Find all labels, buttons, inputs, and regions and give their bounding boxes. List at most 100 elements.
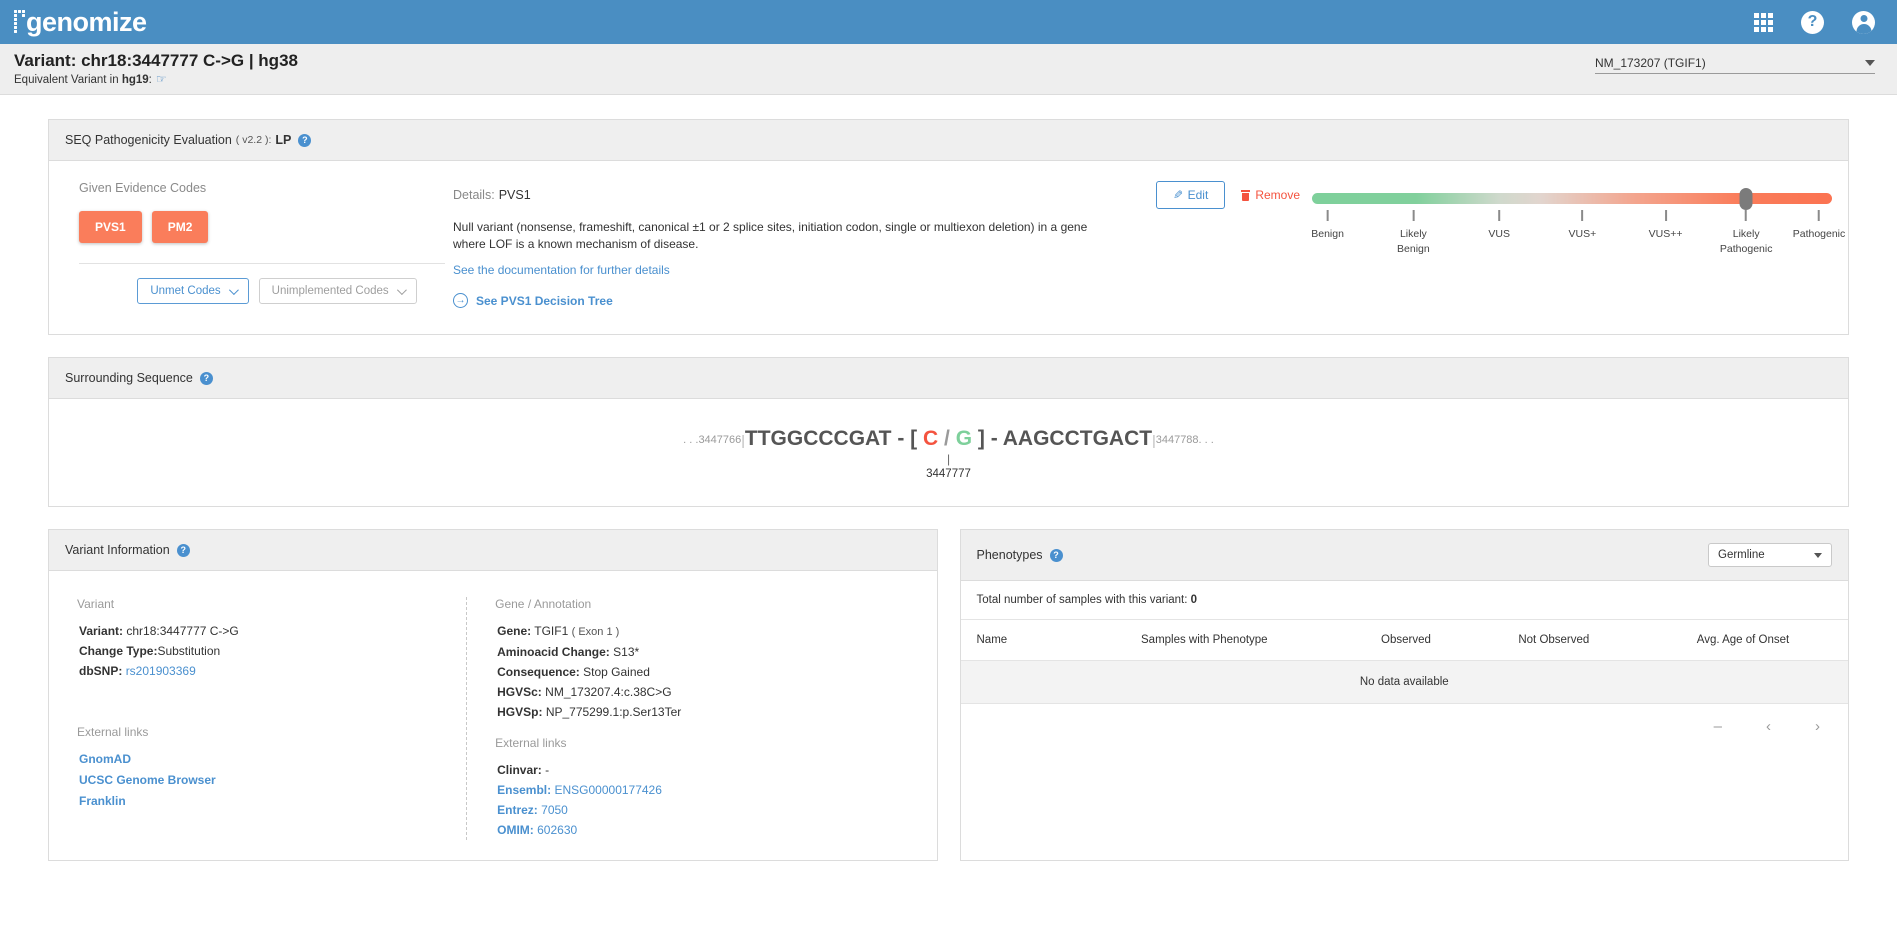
scale-thumb[interactable] xyxy=(1739,188,1753,210)
variant-subheader: Variant: chr18:3447777 C->G | hg38 Equiv… xyxy=(0,44,1897,95)
top-navigation-bar: genomize ? xyxy=(0,0,1897,44)
remove-button-label: Remove xyxy=(1255,188,1300,202)
sequence-left-bases: TTGGCCCGAT xyxy=(744,427,892,450)
pathogenicity-classification: LP xyxy=(275,133,292,147)
scale-tick-mark xyxy=(1326,210,1329,221)
gene-field-row: HGVSp: NP_775299.1:p.Ser13Ter xyxy=(495,702,908,722)
brand-logo[interactable]: genomize xyxy=(14,8,147,36)
variant-field-row: dbSNP: rs201903369 xyxy=(77,661,438,681)
code-filter-buttons: Unmet Codes Unimplemented Codes xyxy=(79,278,445,304)
gene-field-value: S13* xyxy=(613,645,640,659)
surrounding-sequence-header: Surrounding Sequence ? xyxy=(49,358,1848,399)
edit-button[interactable]: ✎ Edit xyxy=(1155,181,1226,209)
scale-tick: Likely Pathogenic xyxy=(1720,210,1772,257)
scale-tick-mark xyxy=(1817,210,1820,221)
phenotypes-card: Phenotypes ? Germline Total number of sa… xyxy=(959,529,1849,861)
help-icon[interactable]: ? xyxy=(1801,10,1824,34)
sequence-start-position: 3447766 xyxy=(698,434,742,446)
scale-tick-mark xyxy=(1412,210,1415,221)
external-link-gnomad[interactable]: GnomAD xyxy=(79,749,438,770)
pathogenicity-card-body: Given Evidence Codes PVS1 PM2 Unmet Code… xyxy=(49,161,1848,334)
gene-external-links-label: External links xyxy=(495,736,567,750)
pointing-hand-icon[interactable]: ☞ xyxy=(156,72,167,86)
given-codes-label: Given Evidence Codes xyxy=(79,181,207,195)
variant-field-label: Change Type: xyxy=(79,644,158,658)
equivalent-variant-line: Equivalent Variant in hg19: ☞ xyxy=(14,71,298,88)
phenotypes-body: Total number of samples with this varian… xyxy=(960,581,1849,839)
scale-tick: VUS++ xyxy=(1649,210,1683,242)
table-header-row: Name Samples with Phenotype Observed Not… xyxy=(960,620,1848,661)
documentation-link[interactable]: See the documentation for further detail… xyxy=(453,263,1302,277)
external-link-franklin[interactable]: Franklin xyxy=(79,791,438,812)
scale-tick: Pathogenic xyxy=(1793,210,1845,242)
phenotypes-total-row: Total number of samples with this varian… xyxy=(960,581,1848,620)
help-icon[interactable]: ? xyxy=(199,371,213,385)
previous-page-button[interactable]: ‹ xyxy=(1766,718,1771,735)
variant-field-label: dbSNP: xyxy=(79,664,123,678)
equivalent-build: hg19 xyxy=(121,73,149,86)
gene-link-label: Clinvar: xyxy=(497,763,542,777)
omim-link-value: 602630 xyxy=(537,823,578,837)
evidence-code-chip[interactable]: PM2 xyxy=(151,211,209,243)
gene-link-row[interactable]: Ensembl: ENSG00000177426 xyxy=(495,780,908,800)
page-size-indicator[interactable]: – xyxy=(1714,718,1722,735)
scale-wrapper: Benign Likely Benign VUS VUS+ VUS++ Likely Pa… xyxy=(1311,188,1845,266)
remove-button[interactable]: Remove xyxy=(1239,182,1302,208)
sequence-right-ellipsis: . . . xyxy=(1198,434,1214,446)
variant-field-value: chr18:3447777 C->G xyxy=(126,624,239,638)
scale-gradient-bar[interactable] xyxy=(1312,188,1832,210)
bottom-row: Variant Information ? Variant Variant: c… xyxy=(48,529,1849,883)
variant-information-header: Variant Information ? xyxy=(49,530,937,571)
gene-field-label: Gene: xyxy=(497,624,532,638)
phenotype-type-value: Germline xyxy=(1718,549,1765,561)
grid-apps-icon[interactable] xyxy=(1754,12,1773,32)
gene-field-row: Aminoacid Change: S13* xyxy=(495,642,908,662)
gene-field-label: Aminoacid Change: xyxy=(497,645,610,659)
scale-tick-label: Benign xyxy=(1311,228,1344,240)
help-icon[interactable]: ? xyxy=(176,543,190,557)
gene-field-row: Gene: TGIF1 ( Exon 1 ) xyxy=(495,621,908,642)
help-icon[interactable]: ? xyxy=(298,133,312,147)
gene-field-value: NP_775299.1:p.Ser13Ter xyxy=(545,705,682,719)
external-links-list: GnomAD UCSC Genome Browser Franklin xyxy=(77,749,438,812)
decision-tree-link[interactable]: → See PVS1 Decision Tree xyxy=(453,293,1302,308)
gene-link-row[interactable]: OMIM: 602630 xyxy=(495,820,908,840)
decision-tree-label: See PVS1 Decision Tree xyxy=(476,293,613,308)
scale-tick: Likely Benign xyxy=(1397,210,1430,257)
dbsnp-link[interactable]: rs201903369 xyxy=(126,664,196,678)
help-icon[interactable]: ? xyxy=(1049,548,1063,562)
divider xyxy=(79,263,445,264)
variant-column: Variant Variant: chr18:3447777 C->G Chan… xyxy=(49,597,466,840)
variant-field-row: Change Type:Substitution xyxy=(77,641,438,661)
unmet-codes-button[interactable]: Unmet Codes xyxy=(137,278,249,304)
phenotype-type-select[interactable]: Germline xyxy=(1708,543,1832,567)
variant-information-card: Variant Information ? Variant Variant: c… xyxy=(48,529,938,861)
scale-tick-label: VUS+ xyxy=(1568,228,1597,240)
omim-link-label: OMIM: xyxy=(497,823,534,837)
column-header-name: Name xyxy=(960,620,1067,661)
gene-link-row: Clinvar: - xyxy=(495,760,908,780)
external-link-ucsc[interactable]: UCSC Genome Browser xyxy=(79,770,438,791)
details-actions: ✎ Edit Remove xyxy=(1155,181,1302,209)
details-header: Details: PVS1 ✎ Edit Remove xyxy=(453,181,1302,209)
transcript-select[interactable]: NM_173207 (TGIF1) xyxy=(1595,56,1875,74)
pathogenicity-title: SEQ Pathogenicity Evaluation xyxy=(65,133,232,147)
scale-tick: VUS+ xyxy=(1568,210,1597,242)
scale-tick: Benign xyxy=(1311,210,1344,242)
unimplemented-codes-label: Unimplemented Codes xyxy=(271,285,389,297)
evidence-code-chip[interactable]: PVS1 xyxy=(79,211,142,243)
next-page-button[interactable]: › xyxy=(1815,718,1820,735)
sequence-left-ellipsis: . . . xyxy=(683,434,699,446)
gene-link-row[interactable]: Entrez: 7050 xyxy=(495,800,908,820)
ensembl-link-value: ENSG00000177426 xyxy=(554,783,662,797)
no-data-message: No data available xyxy=(960,660,1848,704)
transcript-select-value: NM_173207 (TGIF1) xyxy=(1595,56,1706,70)
gene-field-row: HGVSc: NM_173207.4:c.38C>G xyxy=(495,682,908,702)
edit-button-label: Edit xyxy=(1187,188,1209,202)
unimplemented-codes-button[interactable]: Unimplemented Codes xyxy=(258,278,417,304)
variant-field-label: Variant: xyxy=(79,624,124,638)
gene-field-label: HGVSc: xyxy=(497,685,542,699)
account-icon[interactable] xyxy=(1852,10,1875,34)
